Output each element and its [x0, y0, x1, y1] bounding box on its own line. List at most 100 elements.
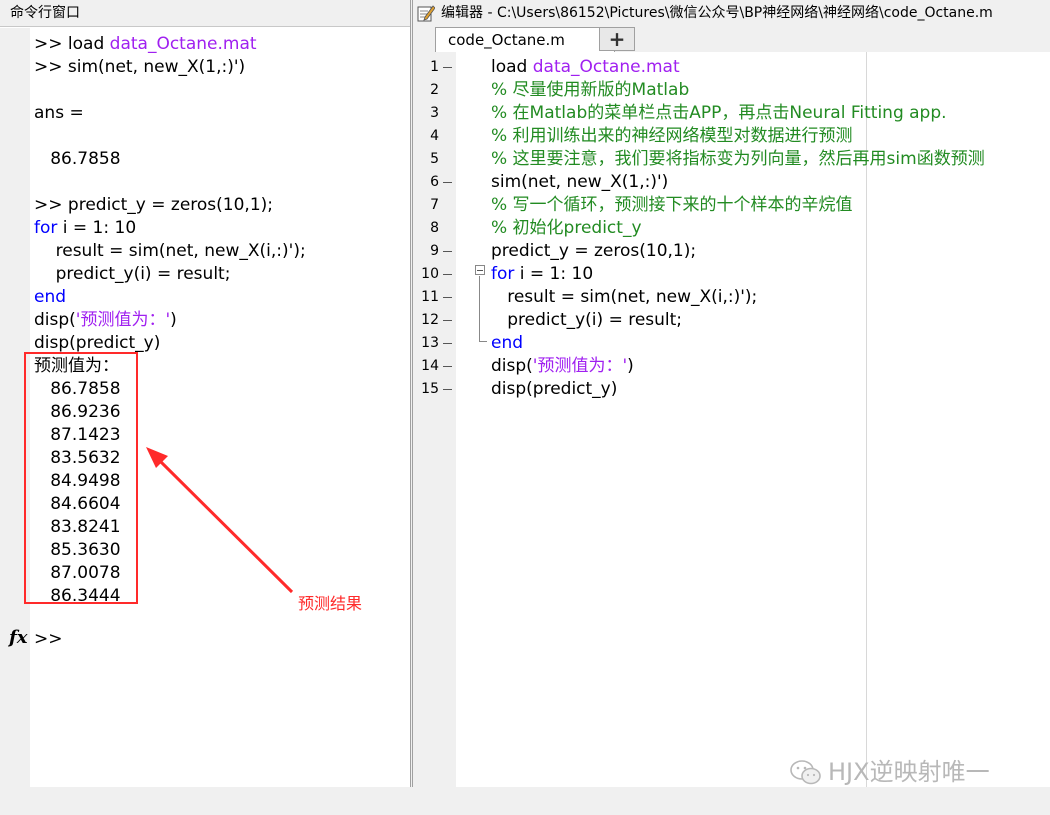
- breakpoint-marker[interactable]: [443, 251, 452, 252]
- prompt-marker: >>: [34, 34, 68, 54]
- code-text: sim(net, new_X(1,:)'): [67, 57, 246, 77]
- code-fold-icon[interactable]: [475, 265, 485, 275]
- string-literal: data_Octane.mat: [532, 57, 680, 77]
- watermark: HJX逆映射唯一: [790, 752, 990, 787]
- code-text: disp(predict_y): [491, 379, 618, 399]
- keyword: for: [491, 264, 515, 284]
- line-number: 2: [430, 82, 439, 98]
- code-text: ): [170, 310, 177, 330]
- command-line: 86.7858: [34, 148, 121, 171]
- command-window-title: 命令行窗口: [0, 0, 410, 27]
- comment: % 这里要注意，我们要将指标变为列向量，然后再用sim函数预测: [491, 149, 985, 169]
- command-window[interactable]: 命令行窗口 >> load data_Octane.mat >> sim(net,…: [0, 0, 411, 787]
- code-text: disp(: [34, 310, 76, 330]
- tab-code-octane[interactable]: code_Octane.m ✕: [435, 27, 615, 52]
- keyword: end: [34, 287, 67, 307]
- code-text: predict_y(i) = result;: [507, 310, 683, 330]
- code-line[interactable]: % 利用训练出来的神经网络模型对数据进行预测: [491, 125, 853, 148]
- comment: % 尽量使用新版的Matlab: [491, 80, 690, 100]
- function-browser-icon[interactable]: fx: [9, 627, 27, 648]
- line-number: 9: [430, 243, 439, 259]
- comment: % 利用训练出来的神经网络模型对数据进行预测: [491, 126, 853, 146]
- line-number: 7: [430, 197, 439, 213]
- code-text: 86.7858: [34, 149, 121, 169]
- string-literal: data_Octane.mat: [109, 34, 257, 54]
- command-line: result = sim(net, new_X(i,:)');: [34, 240, 306, 263]
- fold-guide-end: [479, 341, 487, 342]
- code-line[interactable]: % 初始化predict_y: [491, 217, 642, 240]
- line-number: 3: [430, 105, 439, 121]
- code-line[interactable]: % 在Matlab的菜单栏点击APP，再点击Neural Fitting app…: [491, 102, 947, 125]
- code-line[interactable]: end: [491, 332, 523, 355]
- wechat-icon: [790, 760, 821, 785]
- editor-tab-strip: code_Octane.m ✕ +: [413, 26, 1050, 53]
- editor-window[interactable]: 编辑器 - C:\Users\86152\Pictures\微信公众号\BP神经…: [412, 0, 1050, 787]
- comment: % 初始化predict_y: [491, 218, 642, 238]
- code-text: predict_y = zeros(10,1);: [67, 195, 274, 215]
- breakpoint-marker[interactable]: [443, 320, 452, 321]
- string-literal: '预测值为：': [532, 356, 628, 376]
- line-number: 11: [421, 289, 439, 305]
- line-number: 1: [430, 59, 439, 75]
- code-text: i = 1: 10: [514, 264, 594, 284]
- editor-title-text: 编辑器 - C:\Users\86152\Pictures\微信公众号\BP神经…: [441, 5, 993, 21]
- command-line: predict_y(i) = result;: [34, 263, 231, 286]
- code-text: sim(net, new_X(1,:)'): [491, 172, 669, 192]
- line-number: 14: [421, 358, 439, 374]
- code-line[interactable]: disp('预测值为：'): [491, 355, 634, 378]
- code-text: disp(: [491, 356, 533, 376]
- breakpoint-marker[interactable]: [443, 297, 452, 298]
- code-text: load: [491, 57, 533, 77]
- breakpoint-marker[interactable]: [443, 366, 452, 367]
- command-line: >> predict_y = zeros(10,1);: [34, 194, 273, 217]
- line-number: 4: [430, 128, 439, 144]
- result-highlight-box: [24, 352, 138, 604]
- breakpoint-marker[interactable]: [443, 389, 452, 390]
- code-text: ans =: [34, 103, 84, 123]
- code-text: load: [67, 34, 110, 54]
- breakpoint-marker[interactable]: [443, 67, 452, 68]
- editor-code-area[interactable]: 1 load data_Octane.mat 2 % 尽量使用新版的Matlab 3 % …: [413, 52, 1050, 787]
- code-text: predict_y = zeros(10,1);: [491, 241, 697, 261]
- tab-label: code_Octane.m: [448, 31, 565, 49]
- annotation-label: 预测结果: [298, 594, 363, 613]
- command-line: >> sim(net, new_X(1,:)'): [34, 56, 245, 79]
- breakpoint-marker[interactable]: [443, 274, 452, 275]
- prompt-marker: >>: [34, 57, 68, 77]
- code-line[interactable]: for i = 1: 10: [491, 263, 593, 286]
- code-line[interactable]: sim(net, new_X(1,:)'): [491, 171, 668, 194]
- string-literal: '预测值为：': [75, 310, 171, 330]
- line-number: 8: [430, 220, 439, 236]
- code-line[interactable]: result = sim(net, new_X(i,:)');: [491, 286, 757, 309]
- command-line: >> load data_Octane.mat: [34, 33, 257, 56]
- code-line[interactable]: predict_y(i) = result;: [491, 309, 682, 332]
- code-line[interactable]: % 这里要注意，我们要将指标变为列向量，然后再用sim函数预测: [491, 148, 985, 171]
- line-number: 15: [421, 381, 439, 397]
- command-line: disp('预测值为：'): [34, 309, 177, 332]
- code-line[interactable]: disp(predict_y): [491, 378, 617, 401]
- code-text: result = sim(net, new_X(i,:)');: [34, 241, 306, 261]
- code-line[interactable]: % 尽量使用新版的Matlab: [491, 79, 689, 102]
- code-text: i = 1: 10: [57, 218, 137, 238]
- code-text: predict_y(i) = result;: [34, 264, 231, 284]
- new-tab-button[interactable]: +: [599, 27, 635, 51]
- code-line[interactable]: % 写一个循环，预测接下来的十个样本的辛烷值: [491, 194, 853, 217]
- breakpoint-marker[interactable]: [443, 343, 452, 344]
- fold-guide-line: [479, 276, 480, 342]
- edit-pencil-icon: [417, 5, 435, 22]
- command-prompt[interactable]: >>: [34, 628, 63, 651]
- code-text: ): [627, 356, 634, 376]
- prompt-marker: >>: [34, 195, 68, 215]
- watermark-text: HJX逆映射唯一: [828, 758, 990, 786]
- comment: % 写一个循环，预测接下来的十个样本的辛烷值: [491, 195, 853, 215]
- code-line[interactable]: load data_Octane.mat: [491, 56, 680, 79]
- editor-title-bar: 编辑器 - C:\Users\86152\Pictures\微信公众号\BP神经…: [413, 0, 1050, 26]
- breakpoint-marker[interactable]: [443, 182, 452, 183]
- code-line[interactable]: predict_y = zeros(10,1);: [491, 240, 696, 263]
- code-text: result = sim(net, new_X(i,:)');: [507, 287, 758, 307]
- command-line: for i = 1: 10: [34, 217, 136, 240]
- keyword: for: [34, 218, 58, 238]
- command-line: ans =: [34, 102, 84, 125]
